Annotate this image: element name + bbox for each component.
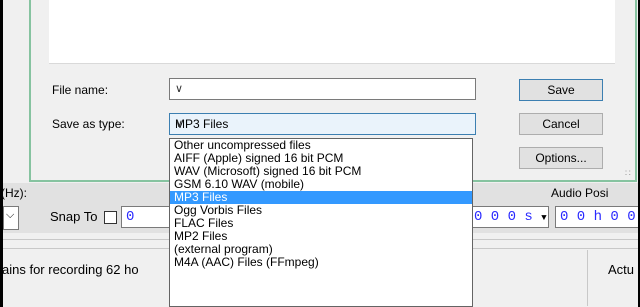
list-item[interactable]: M4A (AAC) Files (FFmpeg) xyxy=(170,256,472,269)
file-name-label: File name: xyxy=(52,83,109,97)
cancel-button[interactable]: Cancel xyxy=(519,113,603,135)
resize-grip-icon[interactable]: ∷ xyxy=(625,168,631,179)
audio-position-field[interactable]: 0 0 h 0 0 xyxy=(555,206,640,228)
file-type-dropdown-list[interactable]: Other uncompressed files AIFF (Apple) si… xyxy=(169,138,473,307)
chevron-down-icon[interactable]: ∨ xyxy=(175,82,467,95)
status-text: ains for recording 62 ho xyxy=(2,262,139,277)
chevron-down-icon: ⌵ xyxy=(6,209,15,221)
rate-label: (Hz): xyxy=(1,186,27,200)
audio-position-label: Audio Posi xyxy=(551,186,609,200)
status-divider xyxy=(587,250,588,306)
options-button[interactable]: Options... xyxy=(519,147,603,169)
snap-to-checkbox[interactable] xyxy=(104,211,117,224)
status-rate-label: Actu xyxy=(608,262,635,277)
project-rate-select[interactable]: ⌵ xyxy=(3,206,19,230)
selection-start-field[interactable]: 0 xyxy=(121,206,171,228)
file-browser-pane[interactable] xyxy=(49,0,615,64)
save-as-type-select[interactable]: MP3 Files ∨ xyxy=(169,113,476,135)
file-name-field[interactable]: ∨ xyxy=(169,78,476,100)
save-as-type-label: Save as type: xyxy=(52,117,125,131)
chevron-down-icon[interactable]: ∨ xyxy=(175,117,467,130)
save-button[interactable]: Save xyxy=(519,79,603,101)
chevron-down-icon[interactable]: ▼ xyxy=(541,213,546,223)
selection-end-field[interactable]: 0 0 0 s ▼ xyxy=(471,206,549,228)
snap-to-label: Snap To xyxy=(50,209,98,224)
